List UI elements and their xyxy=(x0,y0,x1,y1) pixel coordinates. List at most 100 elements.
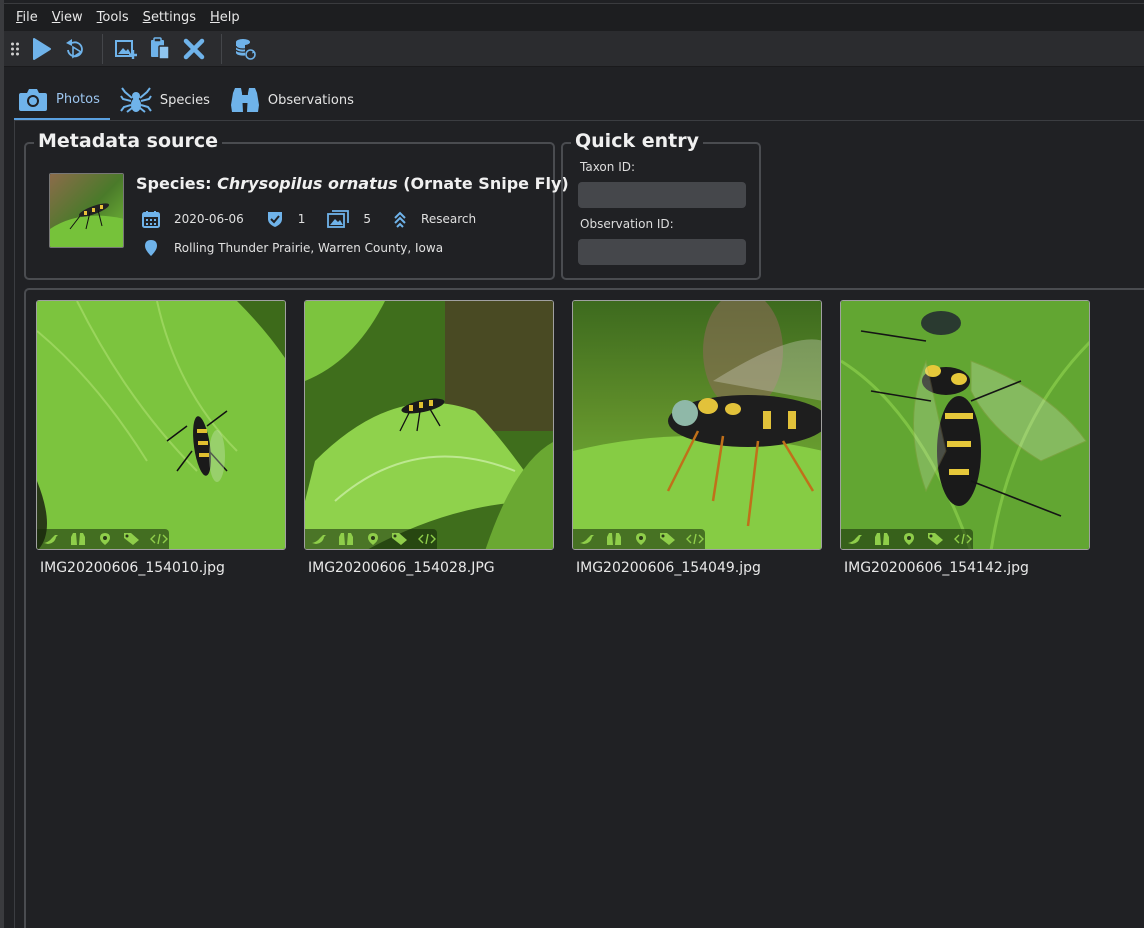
photo-icon-strip xyxy=(305,529,437,549)
observation-date: 2020-06-06 xyxy=(174,212,244,226)
species-heading: Species: Chrysopilus ornatus (Ornate Sni… xyxy=(136,174,569,193)
photo-filename: IMG20200606_154010.jpg xyxy=(40,560,225,576)
tab-observations[interactable]: Observations xyxy=(226,80,364,120)
toolbar-separator xyxy=(102,33,103,64)
menu-view[interactable]: View xyxy=(52,10,83,25)
species-common-name: (Ornate Snipe Fly) xyxy=(403,174,569,193)
toolbar-separator xyxy=(221,33,222,64)
code-icon xyxy=(417,532,436,546)
binoculars-icon xyxy=(68,532,87,546)
quality-grade-icon xyxy=(394,211,406,228)
verified-shield-icon xyxy=(267,212,282,227)
binoculars-icon xyxy=(336,532,355,546)
location-text: Rolling Thunder Prairie, Warren County, … xyxy=(174,241,444,255)
photo-card[interactable]: IMG20200606_154049.jpg xyxy=(572,300,822,576)
bird-icon xyxy=(41,532,60,546)
location-pin-icon xyxy=(631,532,650,546)
bird-icon xyxy=(845,532,864,546)
species-thumbnail[interactable] xyxy=(49,173,124,248)
taxon-id-label: Taxon ID: xyxy=(580,160,636,174)
replay-icon xyxy=(66,38,83,58)
add-images-button[interactable] xyxy=(111,34,141,64)
menu-help[interactable]: Help xyxy=(210,10,240,25)
tag-icon xyxy=(926,532,945,546)
photo-filename: IMG20200606_154142.jpg xyxy=(844,560,1029,576)
camera-icon xyxy=(18,86,48,112)
paste-button[interactable] xyxy=(145,34,175,64)
play-icon xyxy=(33,37,51,60)
photo-gallery: IMG20200606_154010.jpg IMG20200606_15402… xyxy=(24,288,1144,928)
location-pin-icon xyxy=(95,532,114,546)
observation-id-label: Observation ID: xyxy=(580,217,674,231)
menu-settings[interactable]: Settings xyxy=(143,10,196,25)
binoculars-icon xyxy=(230,87,260,113)
photos-count-item: 5 xyxy=(327,210,371,228)
menu-tools[interactable]: Tools xyxy=(97,10,129,25)
identifications-count: 1 xyxy=(297,212,306,226)
species-scientific-name: Chrysopilus ornatus xyxy=(217,174,398,193)
photo-filename: IMG20200606_154049.jpg xyxy=(576,560,761,576)
rerun-button[interactable] xyxy=(60,34,90,64)
photo-thumbnail[interactable] xyxy=(840,300,1090,550)
metadata-source-title: Metadata source xyxy=(34,130,223,152)
refresh-metadata-button[interactable] xyxy=(230,34,260,64)
code-icon xyxy=(685,532,704,546)
menu-bar: File View Tools Settings Help xyxy=(4,3,1144,31)
toolbar xyxy=(4,31,1144,67)
quality-item: Research xyxy=(393,210,476,228)
photo-thumbnail[interactable] xyxy=(572,300,822,550)
database-refresh-icon xyxy=(235,38,256,60)
clear-button[interactable] xyxy=(179,34,209,64)
location-row: Rolling Thunder Prairie, Warren County, … xyxy=(142,239,465,257)
menu-file[interactable]: File xyxy=(16,10,38,25)
photo-thumbnail[interactable] xyxy=(36,300,286,550)
photo-card[interactable]: IMG20200606_154142.jpg xyxy=(840,300,1090,576)
bird-icon xyxy=(577,532,596,546)
metadata-source-group: Metadata source Species: Chrysopilus orn… xyxy=(24,130,569,280)
add-image-icon xyxy=(115,39,137,59)
photo-thumbnail[interactable] xyxy=(304,300,554,550)
species-prefix: Species: xyxy=(136,174,218,193)
photo-filename: IMG20200606_154028.JPG xyxy=(308,560,495,576)
photo-card[interactable]: IMG20200606_154028.JPG xyxy=(304,300,554,576)
observation-id-input[interactable] xyxy=(578,239,746,265)
run-button[interactable] xyxy=(26,34,56,64)
clear-icon xyxy=(183,38,205,59)
photo-icon-strip xyxy=(841,529,973,549)
identifications-item: 1 xyxy=(266,210,306,228)
quick-entry-title: Quick entry xyxy=(571,130,703,152)
photo-icon-strip xyxy=(37,529,169,549)
tab-label: Observations xyxy=(267,92,354,108)
tab-photos[interactable]: Photos xyxy=(14,80,110,120)
bird-icon xyxy=(309,532,328,546)
tab-species[interactable]: Species xyxy=(116,80,220,120)
location-pin-icon xyxy=(899,532,918,546)
tab-bar: Photos Species Observations xyxy=(14,80,370,120)
binoculars-icon xyxy=(872,532,891,546)
tag-icon xyxy=(658,532,677,546)
taxon-id-input[interactable] xyxy=(578,182,746,208)
photo-card[interactable]: IMG20200606_154010.jpg xyxy=(36,300,286,576)
quick-entry-group: Quick entry Taxon ID: Observation ID: xyxy=(561,130,761,280)
tag-icon xyxy=(122,532,141,546)
images-icon xyxy=(327,210,350,228)
tag-icon xyxy=(390,532,409,546)
quality-grade: Research xyxy=(421,212,477,226)
metadata-stats-row: 2020-06-06 1 5 Research xyxy=(142,210,498,228)
tab-label: Photos xyxy=(56,91,100,107)
location-pin-icon xyxy=(363,532,382,546)
location-item: Rolling Thunder Prairie, Warren County, … xyxy=(142,239,443,257)
date-item: 2020-06-06 xyxy=(142,210,244,228)
code-icon xyxy=(953,532,972,546)
spider-icon xyxy=(120,86,152,114)
paste-icon xyxy=(151,36,170,60)
toolbar-grip-icon[interactable] xyxy=(10,41,20,57)
code-icon xyxy=(149,532,168,546)
tab-label: Species xyxy=(159,92,210,108)
location-pin-icon xyxy=(145,240,157,256)
photo-icon-strip xyxy=(573,529,705,549)
calendar-icon xyxy=(142,211,160,228)
window-edge xyxy=(0,0,4,928)
binoculars-icon xyxy=(604,532,623,546)
photos-count: 5 xyxy=(363,212,372,226)
